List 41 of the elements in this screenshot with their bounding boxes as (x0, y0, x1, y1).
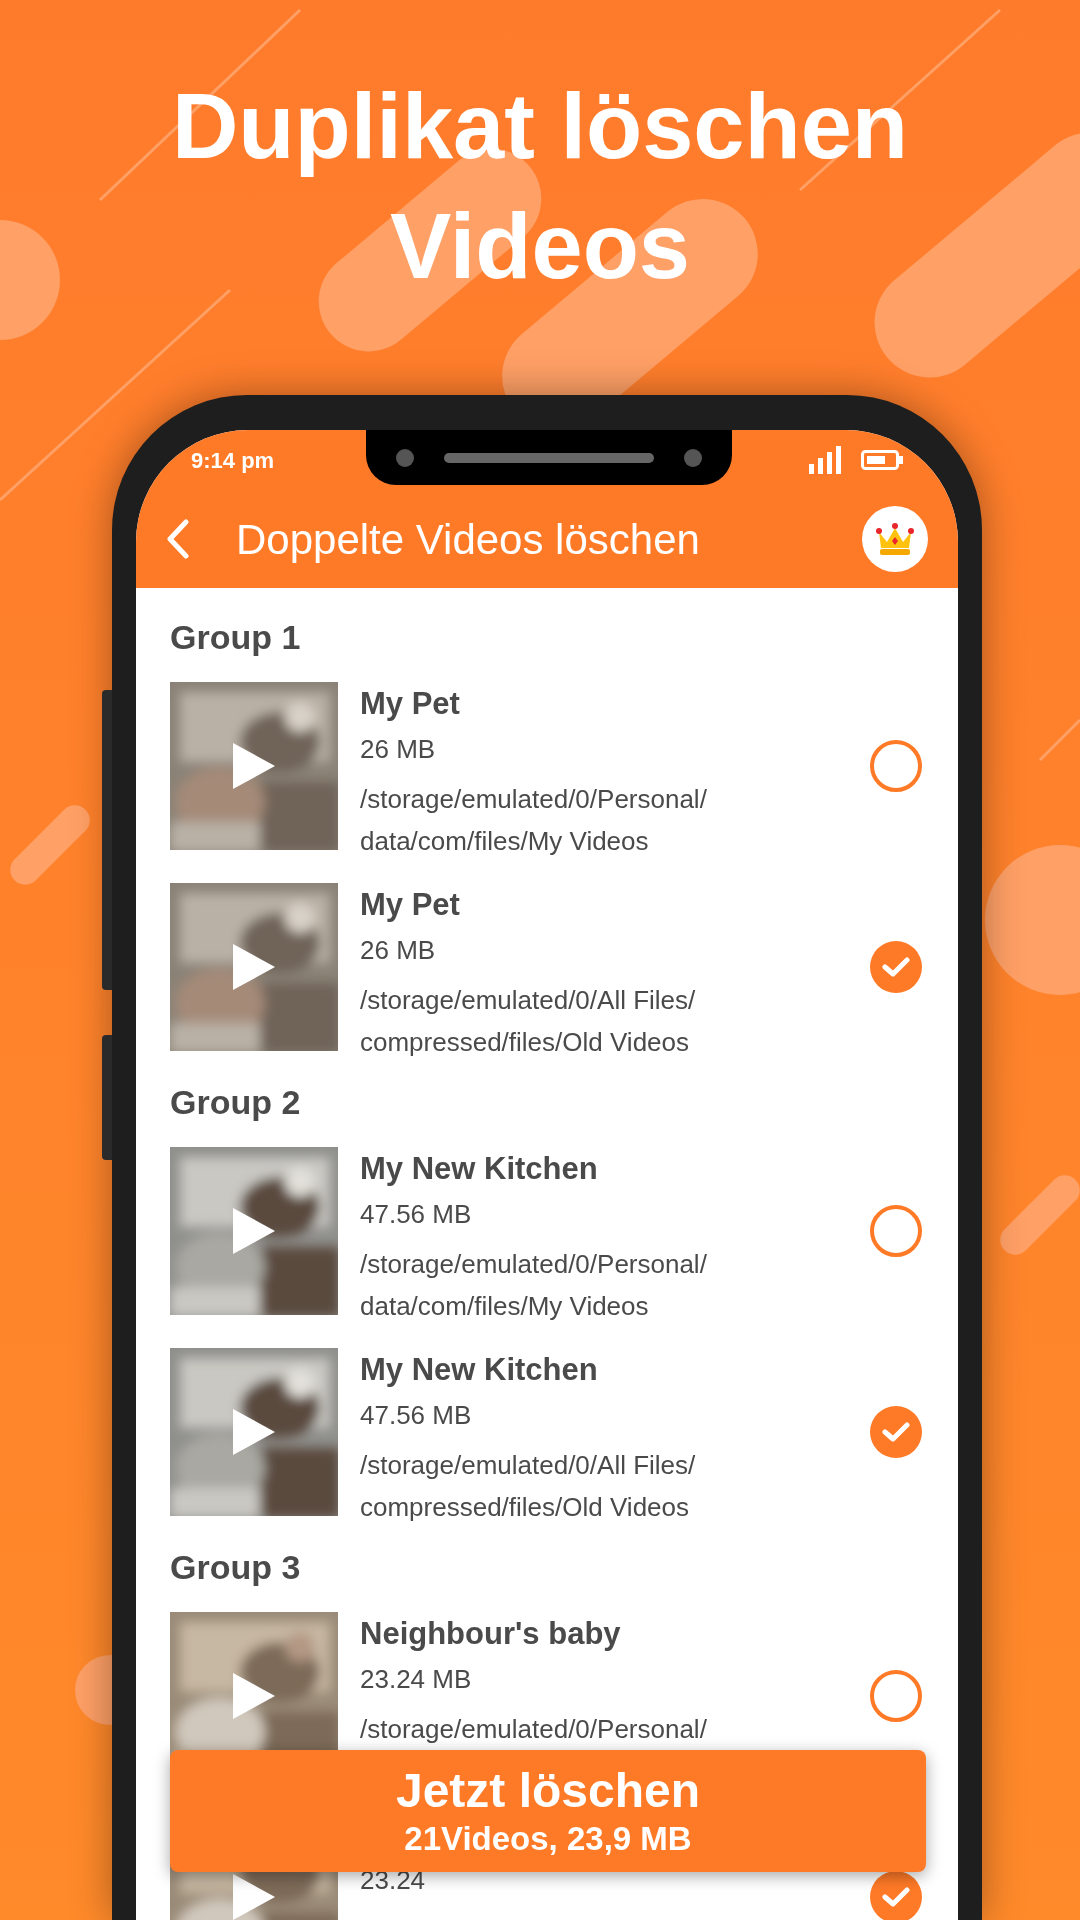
file-path: /storage/emulated/0/All Files/ (360, 984, 697, 1017)
play-icon[interactable] (231, 1872, 277, 1920)
video-title: My New Kitchen (360, 1351, 599, 1389)
check-icon (882, 956, 910, 978)
group-label: Group 1 (169, 619, 302, 658)
file-size: 23.24 MB (360, 1663, 473, 1696)
status-time: 9:14 pm (191, 446, 275, 475)
play-icon[interactable] (231, 1407, 277, 1457)
battery-icon (861, 450, 903, 470)
file-size: 47.56 MB (360, 1399, 473, 1432)
group-label: Group 2 (169, 1084, 302, 1123)
headline: Videos (390, 194, 690, 299)
video-title: Neighbour's baby (360, 1615, 622, 1653)
file-path: /storage/emulated/0/Personal/ (360, 783, 708, 816)
back-icon[interactable] (166, 519, 190, 559)
crown-icon (875, 522, 915, 556)
group-label: Group 3 (169, 1549, 302, 1588)
file-path: data/com/files/My Videos (360, 825, 650, 858)
play-icon[interactable] (231, 741, 277, 791)
video-title: My New Kitchen (360, 1150, 599, 1188)
file-path: /storage/emulated/0/All Files/ (360, 1449, 697, 1482)
play-icon[interactable] (231, 1206, 277, 1256)
file-size: 26 MB (360, 733, 437, 766)
file-path: /storage/emulated/0/Personal/ (360, 1713, 708, 1746)
file-path: /storage/emulated/0/Personal/ (360, 1248, 708, 1281)
file-path: data/com/files/My Videos (360, 1290, 650, 1323)
screen-title: Doppelte Videos löschen (236, 514, 700, 565)
check-icon (882, 1886, 910, 1908)
decorative-line (1038, 718, 1080, 762)
signal-icon (809, 446, 841, 474)
play-icon[interactable] (231, 942, 277, 992)
video-title: My Pet (360, 685, 461, 723)
file-size: 26 MB (360, 934, 437, 967)
video-title: My Pet (360, 886, 461, 924)
file-path: compressed/files/Old Videos (360, 1491, 690, 1524)
file-path: compressed/files/Old Videos (360, 1026, 690, 1059)
play-icon[interactable] (231, 1671, 277, 1721)
headline: Duplikat löschen (171, 74, 909, 179)
check-icon (882, 1421, 910, 1443)
delete-button[interactable]: Jetzt löschen 21Videos, 23,9 MB (170, 1750, 926, 1872)
file-size: 47.56 MB (360, 1198, 473, 1231)
